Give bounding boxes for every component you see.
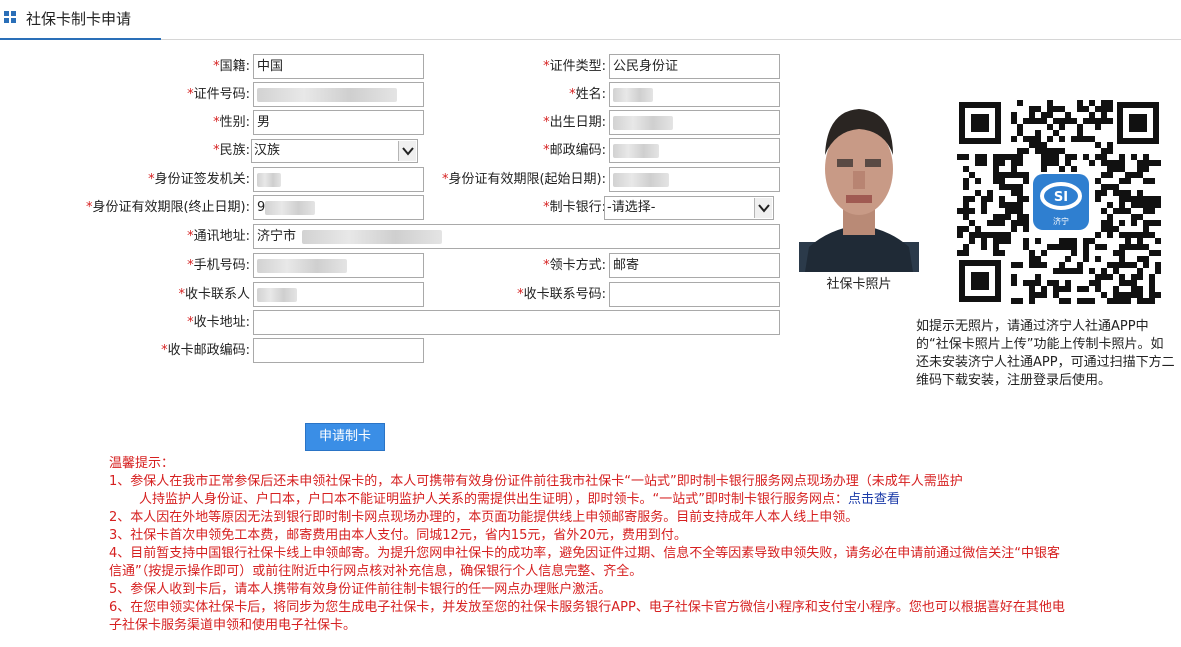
postal-code-field[interactable]: [609, 138, 780, 163]
id-number-label: *证件号码:: [187, 87, 250, 102]
bank-select[interactable]: -请选择-: [604, 196, 774, 220]
recipient-label: *收卡联系人: [178, 287, 250, 302]
name-field[interactable]: [609, 82, 780, 107]
recipient-address-label: *收卡地址:: [187, 315, 250, 330]
tips-section: 温馨提示： 1、参保人在我市正常参保后还未申领社保卡的，本人可携带有效身份证件前…: [109, 455, 1069, 635]
birth-date-field[interactable]: [609, 110, 780, 135]
gender-label: *性别:: [213, 115, 250, 130]
birth-date-label: *出生日期:: [543, 115, 606, 130]
ethnicity-select[interactable]: 汉族: [251, 139, 418, 163]
id-type-label: *证件类型:: [543, 59, 606, 74]
grid-icon: [4, 11, 16, 23]
postal-code-label: *邮政编码:: [543, 143, 606, 158]
valid-to-field[interactable]: 9: [253, 195, 424, 220]
recipient-postal-field[interactable]: [253, 338, 424, 363]
id-type-field[interactable]: 公民身份证: [609, 54, 780, 79]
svg-text:济宁: 济宁: [1053, 216, 1069, 226]
tip-item: 1、参保人在我市正常参保后还未申领社保卡的，本人可携带有效身份证件前往我市社保卡…: [109, 474, 963, 489]
ethnicity-label: *民族:: [213, 143, 250, 158]
tip-item: 5、参保人收到卡后，请本人携带有效身份证件前往制卡银行的任一网点办理账户激活。: [109, 582, 612, 597]
recipient-phone-field[interactable]: [609, 282, 780, 307]
gender-field[interactable]: 男: [253, 110, 424, 135]
recipient-field[interactable]: [253, 282, 424, 307]
recipient-address-field[interactable]: [253, 310, 780, 335]
nationality-label: *国籍:: [213, 59, 250, 74]
submit-button[interactable]: 申请制卡: [305, 423, 385, 451]
tip-item-continued: 人持监护人身份证、户口本，户口本不能证明监护人关系的需提供出生证明），即时领卡。…: [139, 492, 900, 507]
pickup-method-field[interactable]: 邮寄: [609, 253, 780, 278]
valid-to-label: *身份证有效期限(终止日期):: [85, 200, 250, 215]
bank-value: -请选择-: [607, 200, 656, 215]
id-number-field[interactable]: [253, 82, 424, 107]
tips-title: 温馨提示：: [109, 456, 175, 471]
si-logo-icon: SI 济宁: [1033, 174, 1089, 230]
recipient-phone-label: *收卡联系号码:: [517, 287, 606, 302]
view-link[interactable]: 点击查看: [848, 492, 900, 507]
photo-caption: 社保卡照片: [826, 277, 892, 292]
name-label: *姓名:: [569, 87, 606, 102]
nationality-field[interactable]: 中国: [253, 54, 424, 79]
ethnicity-value: 汉族: [254, 143, 281, 158]
page-title: 社保卡制卡申请: [26, 10, 132, 28]
valid-from-label: *身份证有效期限(起始日期):: [441, 172, 606, 187]
chevron-down-icon: [398, 141, 416, 161]
pickup-method-label: *领卡方式:: [543, 258, 606, 273]
svg-text:SI: SI: [1054, 190, 1068, 205]
tip-item: 4、目前暂支持中国银行社保卡线上申领邮寄。为提升您网申社保卡的成功率，避免因证件…: [109, 546, 1061, 579]
tip-item: 3、社保卡首次申领免工本费，邮寄费用由本人支付。同城12元，省内15元，省外20…: [109, 528, 687, 543]
qr-code[interactable]: SI 济宁: [957, 100, 1161, 304]
valid-from-field[interactable]: [609, 167, 780, 192]
header-tab: 社保卡制卡申请: [0, 0, 161, 40]
phone-label: *手机号码:: [187, 258, 250, 273]
issuing-authority-label: *身份证签发机关:: [148, 172, 250, 187]
tip-item: 2、本人因在外地等原因无法到银行即时制卡网点现场办理的，本页面功能提供线上申领邮…: [109, 510, 859, 525]
chevron-down-icon: [754, 198, 772, 218]
card-photo: [799, 97, 919, 272]
qr-note: 如提示无照片，请通过济宁人社通APP中的“社保卡照片上传”功能上传制卡照片。如还…: [916, 319, 1175, 388]
phone-field[interactable]: [253, 253, 424, 278]
address-label: *通讯地址:: [187, 229, 250, 244]
tip-item: 6、在您申领实体社保卡后，将同步为您生成电子社保卡，并发放至您的社保卡服务银行A…: [109, 600, 1065, 633]
page-header: 社保卡制卡申请: [0, 0, 1181, 40]
bank-label: *制卡银行:: [543, 200, 606, 215]
recipient-postal-label: *收卡邮政编码:: [161, 343, 250, 358]
address-field[interactable]: 济宁市: [253, 224, 780, 249]
issuing-authority-field[interactable]: [253, 167, 424, 192]
